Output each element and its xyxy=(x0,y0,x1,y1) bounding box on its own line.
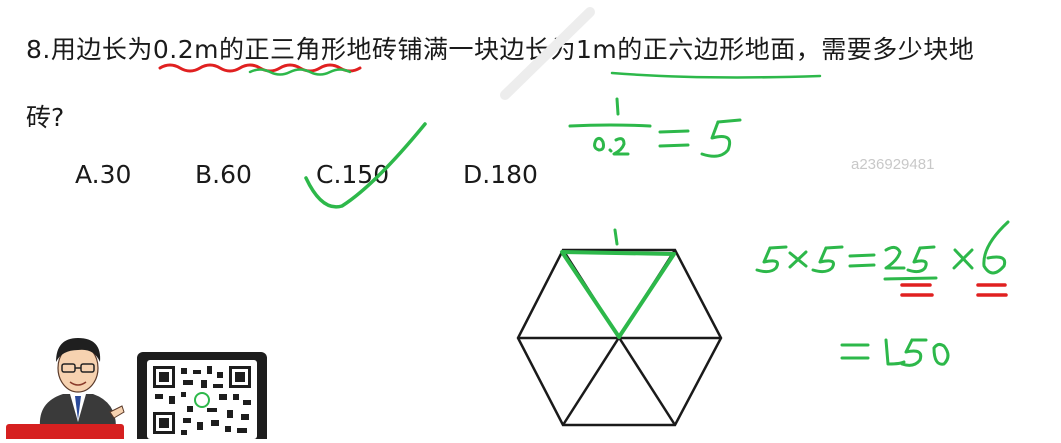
red-double-underline xyxy=(900,283,1008,297)
green-triangle-highlight xyxy=(560,250,676,339)
teacher-avatar xyxy=(39,338,125,427)
check-mark-icon xyxy=(304,122,427,209)
handwritten-multiplication xyxy=(755,220,1010,281)
qr-code-frame xyxy=(137,352,267,439)
qr-code-icon xyxy=(147,360,257,439)
green-wavy-underline xyxy=(248,68,352,76)
brand-banner xyxy=(6,424,124,439)
handwritten-result xyxy=(840,338,950,367)
qr-pattern xyxy=(153,366,251,435)
handwritten-fraction xyxy=(568,97,742,158)
handwritten-side-label xyxy=(613,228,619,246)
faint-stamp-mark xyxy=(500,7,595,100)
green-underline-hexagon xyxy=(610,71,822,79)
